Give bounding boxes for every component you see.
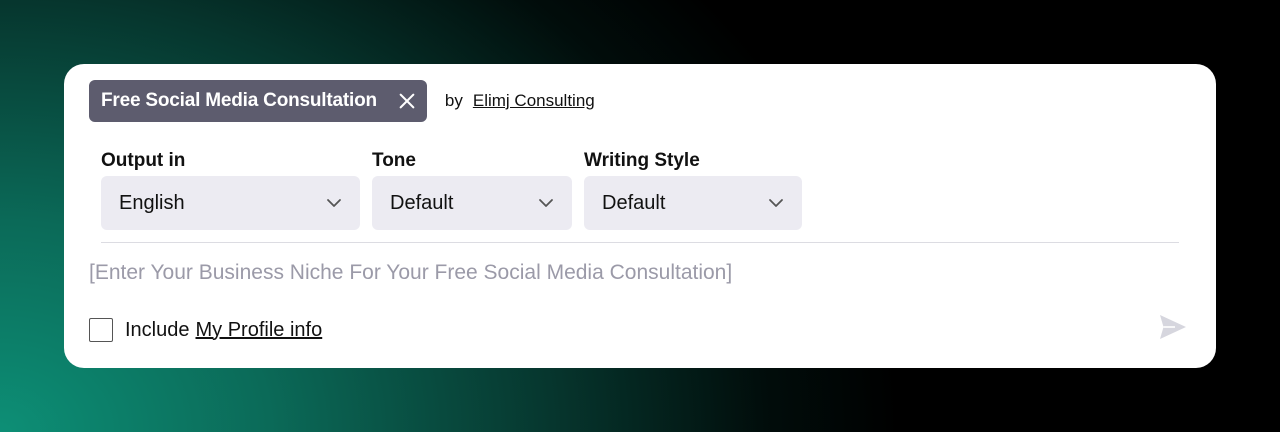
author-link[interactable]: Elimj Consulting <box>473 91 595 111</box>
divider <box>101 242 1179 243</box>
prompt-card: Free Social Media Consultation by Elimj … <box>64 64 1216 368</box>
send-icon[interactable] <box>1158 313 1188 341</box>
chevron-down-icon <box>539 199 553 207</box>
output-language-select[interactable]: English <box>101 176 360 230</box>
output-language-value: English <box>119 191 185 214</box>
writing-style-value: Default <box>602 191 666 214</box>
writing-style-group: Writing Style Default <box>584 150 802 230</box>
close-icon[interactable] <box>399 93 415 109</box>
tone-select[interactable]: Default <box>372 176 572 230</box>
profile-info-link[interactable]: My Profile info <box>196 319 323 342</box>
tone-label: Tone <box>372 150 416 171</box>
output-language-group: Output in English <box>101 150 360 230</box>
prompt-input[interactable] <box>89 256 1169 290</box>
options-row: Output in English Tone Default Writing S… <box>101 150 814 230</box>
prompt-header: Free Social Media Consultation by Elimj … <box>89 80 595 122</box>
tone-value: Default <box>390 191 454 214</box>
include-label: Include <box>125 318 190 341</box>
output-language-label: Output in <box>101 150 186 171</box>
prompt-title: Free Social Media Consultation <box>101 90 377 111</box>
writing-style-select[interactable]: Default <box>584 176 802 230</box>
chevron-down-icon <box>769 199 783 207</box>
prompt-chip: Free Social Media Consultation <box>89 80 427 122</box>
include-profile-row: Include My Profile info <box>89 318 322 342</box>
tone-group: Tone Default <box>372 150 572 230</box>
writing-style-label: Writing Style <box>584 150 700 171</box>
chevron-down-icon <box>327 199 341 207</box>
include-profile-checkbox[interactable] <box>89 318 113 342</box>
by-label: by <box>444 91 463 110</box>
